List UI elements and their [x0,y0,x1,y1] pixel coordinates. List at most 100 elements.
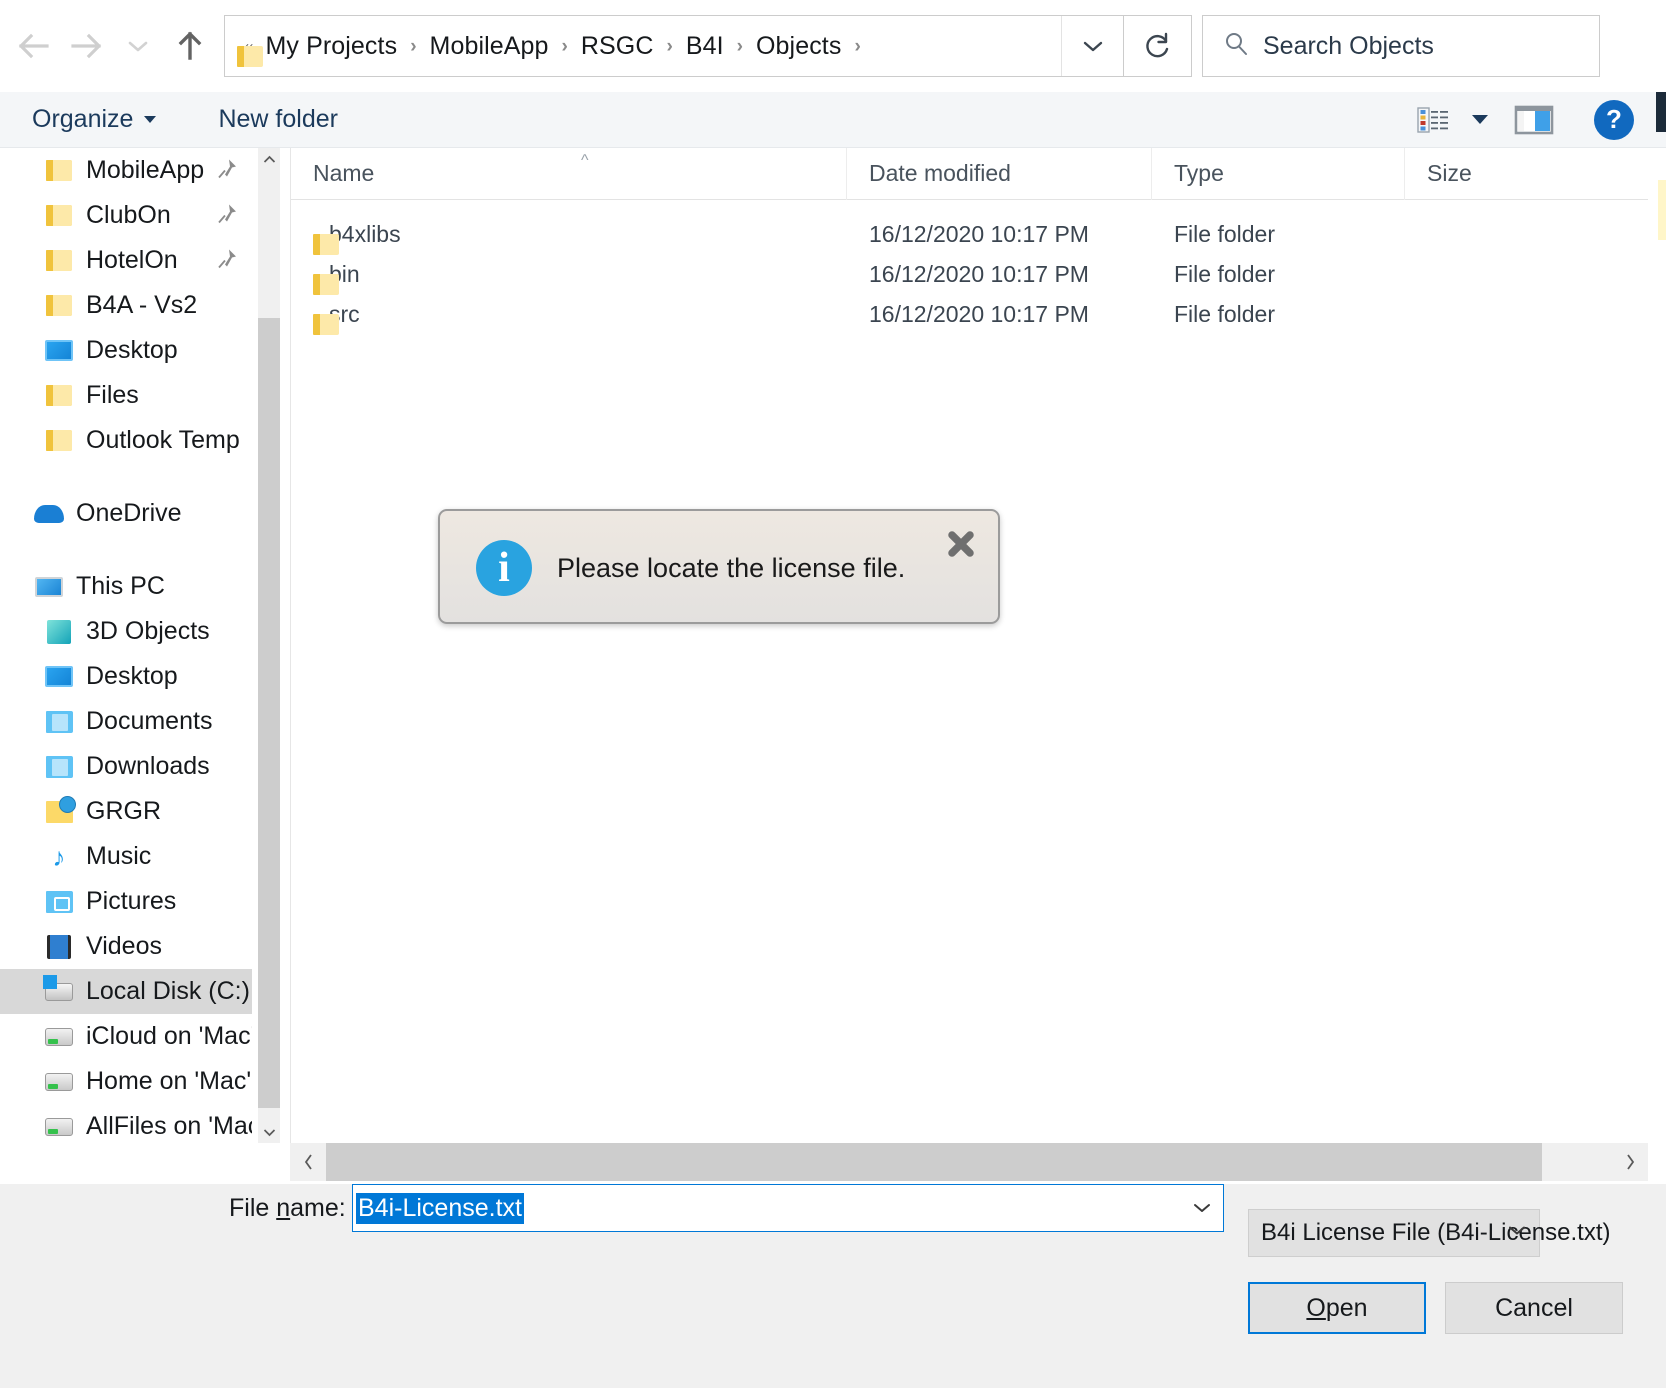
sidebar-item-mobileapp[interactable]: MobileApp [0,148,252,193]
scroll-right-button[interactable] [1612,1143,1648,1181]
scroll-down-button[interactable] [258,1121,280,1143]
pin-icon[interactable] [216,202,238,229]
file-name-value[interactable]: B4i-License.txt [356,1193,524,1224]
column-header-size[interactable]: Size [1405,148,1585,200]
organize-button[interactable]: Organize [22,101,166,138]
sidebar-item-local-disk-c[interactable]: Local Disk (C:) [0,969,252,1014]
details-view-icon [1416,105,1450,135]
breadcrumb-item-rsgc[interactable]: RSGC [578,28,657,65]
file-name-dropdown-button[interactable] [1181,1185,1223,1231]
table-row[interactable]: b4xlibs 16/12/2020 10:17 PM File folder [291,214,1648,254]
recent-locations-button[interactable] [112,16,164,76]
sidebar-item-files[interactable]: Files [0,373,252,418]
sidebar-item-label: Home on 'Mac' ( [86,1067,252,1096]
breadcrumb-item-mobileapp[interactable]: MobileApp [427,28,552,65]
sidebar-item-3d-objects[interactable]: 3D Objects [0,609,252,654]
sidebar-item-downloads[interactable]: Downloads [0,744,252,789]
column-label: Date modified [869,160,1011,187]
table-row[interactable]: bin 16/12/2020 10:17 PM File folder [291,254,1648,294]
breadcrumb-separator[interactable]: › [844,37,870,56]
sidebar-item-label: 3D Objects [86,617,210,646]
sidebar-item-videos[interactable]: Videos [0,924,252,969]
chevron-down-icon [127,38,149,54]
preview-pane-button[interactable] [1508,104,1560,136]
scroll-thumb[interactable] [326,1143,1542,1181]
edge-segment-top [1656,0,1666,92]
sidebar-item-grgr[interactable]: GRGR [0,789,252,834]
desktop-icon [44,336,74,366]
pictures-folder-icon [44,887,74,917]
open-button[interactable]: Open [1248,1282,1426,1334]
column-header-date-modified[interactable]: Date modified [847,148,1152,200]
search-box[interactable]: Search Objects [1202,15,1600,77]
sidebar-item-documents[interactable]: Documents [0,699,252,744]
sidebar-item-pictures[interactable]: Pictures [0,879,252,924]
breadcrumb-item-b4i[interactable]: B4I [683,28,727,65]
close-x-icon [943,526,979,562]
pin-icon[interactable] [216,157,238,184]
breadcrumb-item-objects[interactable]: Objects [753,28,844,65]
forward-button[interactable] [60,16,112,76]
information-icon: i [476,540,532,596]
view-mode-button[interactable] [1410,105,1456,135]
breadcrumb-item-my-projects[interactable]: My Projects [263,28,401,65]
cell-type: File folder [1152,301,1405,328]
sidebar-item-home-on-mac[interactable]: Home on 'Mac' ( [0,1059,252,1104]
hard-disk-icon [44,977,74,1007]
file-name-label-mnemonic: n [276,1194,290,1222]
help-button[interactable]: ? [1594,100,1634,140]
breadcrumb-separator[interactable]: › [400,37,426,56]
table-row[interactable]: src 16/12/2020 10:17 PM File folder [291,294,1648,334]
cell-date: 16/12/2020 10:17 PM [847,221,1152,248]
arrow-up-icon [177,30,203,62]
sidebar-item-label: ClubOn [86,201,171,230]
column-header-type[interactable]: Type [1152,148,1405,200]
file-list-horizontal-scrollbar[interactable] [290,1143,1648,1181]
column-header-name[interactable]: Name ^ [291,148,847,200]
up-one-level-button[interactable] [164,16,216,76]
sidebar-item-icloud-on-mac[interactable]: iCloud on 'Mac' [0,1014,252,1059]
file-type-filter-value: B4i License File (B4i-License.txt) [1261,1219,1610,1247]
scroll-up-button[interactable] [258,148,280,170]
sidebar-item-onedrive[interactable]: OneDrive [0,491,252,536]
toolbar-right-group: ? [1410,100,1666,140]
scroll-left-button[interactable] [290,1143,326,1181]
scroll-thumb[interactable] [258,318,280,1108]
new-folder-button[interactable]: New folder [208,101,348,138]
sidebar-item-desktop[interactable]: Desktop [0,654,252,699]
breadcrumb-separator[interactable]: › [657,37,683,56]
search-icon [1223,31,1249,62]
folder-icon [44,156,74,186]
back-button[interactable] [8,16,60,76]
sidebar-item-music[interactable]: ♪ Music [0,834,252,879]
file-name-input[interactable]: B4i-License.txt [352,1184,1224,1232]
breadcrumb-separator[interactable]: › [552,37,578,56]
cell-name: src [291,301,847,328]
scroll-track[interactable] [326,1143,1612,1181]
sidebar-item-outlook-temp[interactable]: Outlook Temp [0,418,252,463]
cancel-button[interactable]: Cancel [1445,1282,1623,1334]
chevron-up-icon [263,155,276,164]
sidebar-item-desktop-quick[interactable]: Desktop [0,328,252,373]
cell-type: File folder [1152,261,1405,288]
breadcrumb-separator[interactable]: › [727,37,753,56]
background-window-edge [1656,0,1666,1388]
view-options-caret-icon[interactable] [1472,115,1488,124]
address-dropdown-button[interactable] [1061,16,1123,76]
sidebar-item-this-pc[interactable]: This PC [0,564,252,609]
computer-icon [34,572,64,602]
search-input[interactable]: Search Objects [1263,32,1434,61]
message-dialog-close-button[interactable] [938,521,984,567]
navigation-pane-scrollbar[interactable] [258,148,280,1143]
sidebar-item-allfiles-on-mac[interactable]: AllFiles on 'Mac' [0,1104,252,1143]
sidebar-item-hotelon[interactable]: HotelOn [0,238,252,283]
address-bar[interactable]: « My Projects › MobileApp › RSGC › B4I ›… [224,15,1124,77]
chevron-down-icon [1507,1224,1527,1243]
pin-icon[interactable] [216,247,238,274]
file-type-filter-select[interactable]: B4i License File (B4i-License.txt) [1248,1209,1540,1257]
sidebar-item-clubon[interactable]: ClubOn [0,193,252,238]
navigation-pane: MobileApp ClubOn HotelOn B4A - Vs2 [0,148,252,1143]
file-list-pane: Name ^ Date modified Type Size b4xlibs 1… [290,148,1648,1143]
refresh-button[interactable] [1124,15,1192,77]
sidebar-item-b4a-vs2[interactable]: B4A - Vs2 [0,283,252,328]
